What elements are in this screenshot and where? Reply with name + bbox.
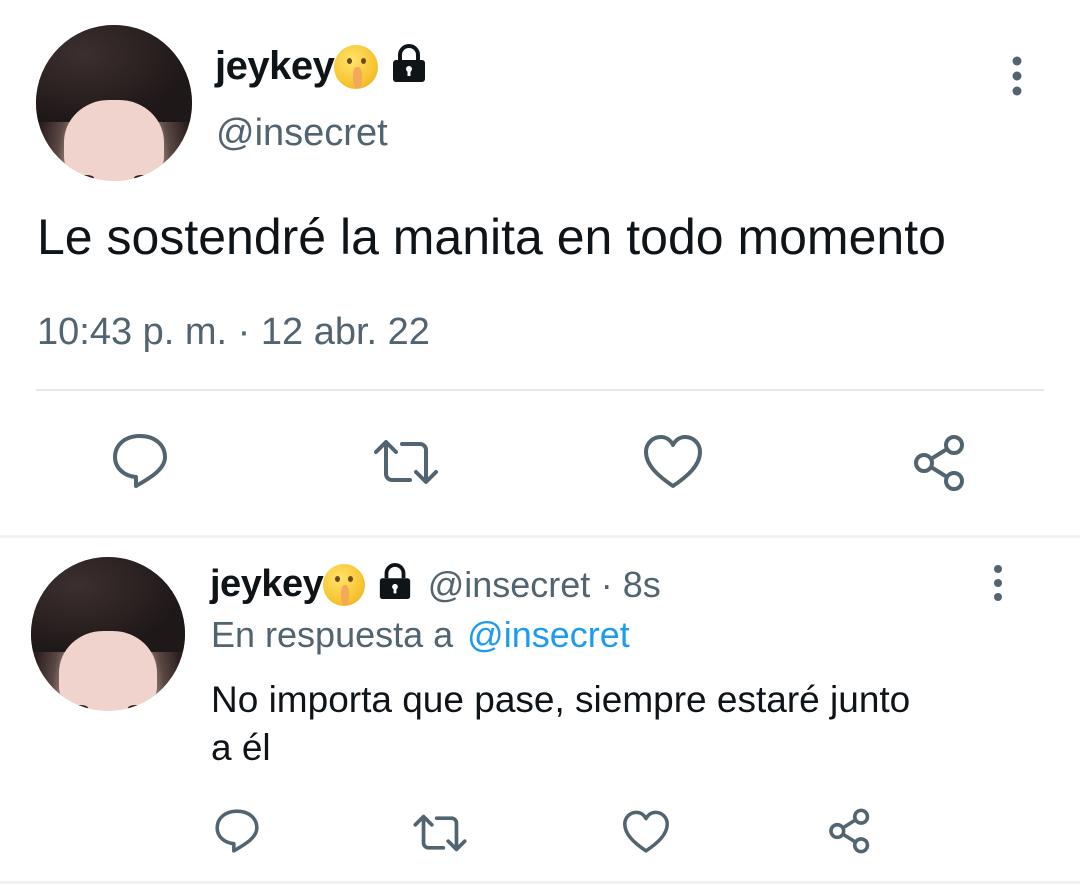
tweet-text: Le sostendré la manita en todo momento [37, 209, 946, 265]
reply-share-icon[interactable] [826, 808, 874, 854]
reply-header[interactable]: jeykey @insecret · 8s [210, 563, 661, 609]
reply-more-vertical-icon[interactable] [986, 565, 1010, 601]
bottom-divider [0, 881, 1080, 884]
section-divider [0, 535, 1080, 538]
author-name-row[interactable]: jeykey [215, 44, 428, 94]
like-icon[interactable] [642, 434, 704, 490]
lock-icon [377, 563, 413, 606]
reply-text-line2: a él [211, 727, 271, 768]
avatar-eye-right [127, 704, 144, 711]
retweet-icon[interactable] [372, 438, 440, 486]
author-handle[interactable]: @insecret [216, 112, 388, 155]
reply-icon[interactable] [110, 432, 170, 490]
reply-like-icon[interactable] [621, 810, 671, 854]
avatar[interactable] [36, 25, 192, 181]
replying-to: En respuesta a @insecret [211, 614, 630, 656]
reply-time[interactable]: · 8s [601, 564, 661, 605]
replying-to-label: En respuesta a [211, 614, 454, 655]
reply-avatar[interactable] [31, 557, 185, 711]
reply-retweet-icon[interactable] [412, 813, 468, 853]
avatar-face [64, 99, 164, 181]
avatar-eye-right [133, 174, 150, 181]
lock-icon [390, 44, 428, 89]
tweet-timestamp[interactable]: 10:43 p. m. · 12 abr. 22 [37, 311, 430, 354]
reply-author-handle[interactable]: @insecret [428, 564, 591, 605]
avatar-eye-left [72, 704, 89, 711]
reply-reply-icon[interactable] [213, 808, 261, 854]
shushing-face-emoji [323, 563, 366, 606]
replying-to-handle[interactable]: @insecret [467, 614, 630, 655]
more-vertical-icon[interactable] [1004, 56, 1030, 96]
avatar-eye-left [78, 174, 95, 181]
divider [36, 389, 1044, 391]
avatar-face [58, 630, 158, 711]
reply-author-name[interactable]: jeykey [210, 563, 324, 605]
author-name[interactable]: jeykey [215, 44, 335, 88]
share-icon[interactable] [910, 434, 970, 492]
shushing-face-emoji [334, 44, 379, 89]
reply-text-line1: No importa que pase, siempre estaré junt… [211, 679, 911, 720]
